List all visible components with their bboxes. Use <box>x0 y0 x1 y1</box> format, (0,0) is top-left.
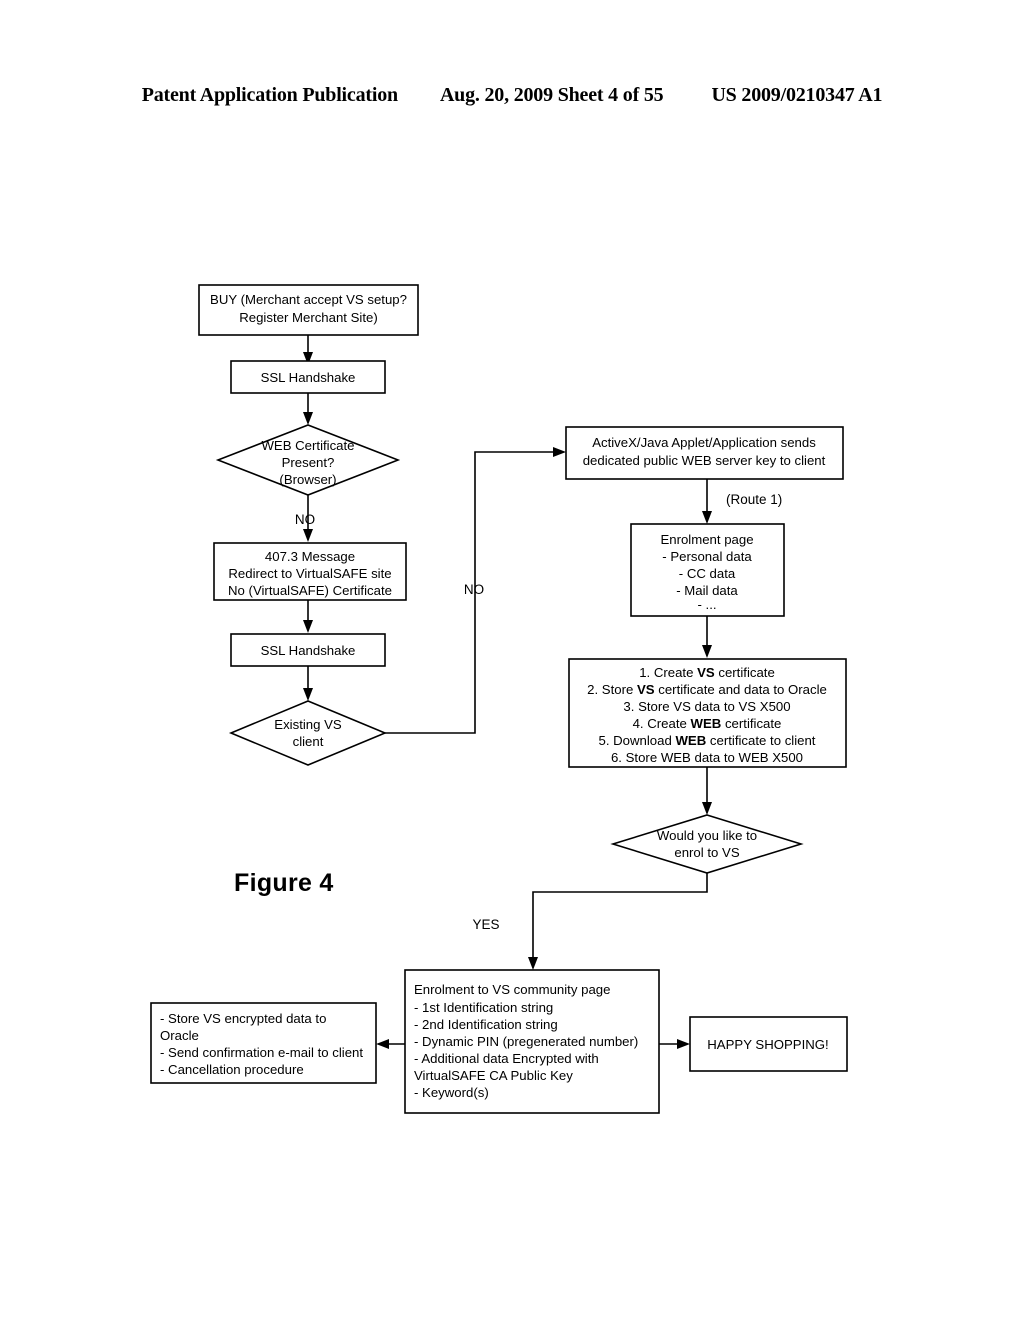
edge-label-enrol-yes: YES <box>472 917 499 932</box>
node-steps-line-1: 2. Store VS certificate and data to Orac… <box>587 682 827 697</box>
node-steps-line-4: 5. Download WEB certificate to client <box>599 733 816 748</box>
node-buy-line-1: Register Merchant Site) <box>239 310 378 325</box>
node-existingvs-line-1: client <box>293 734 324 749</box>
connector-community-to-storevs <box>376 1039 405 1049</box>
node-steps-line-0: 1. Create VS certificate <box>639 665 775 680</box>
node-certificate-steps: 1. Create VS certificate 2. Store VS cer… <box>568 658 847 768</box>
node-enrolpage-line-4: - ... <box>697 597 716 612</box>
node-steps-line-2: 3. Store VS data to VS X500 <box>623 699 790 714</box>
node-web-certificate-decision: WEB Certificate Present? (Browser) <box>215 424 401 496</box>
connector-407-to-ssl2 <box>303 600 313 633</box>
node-activex-line-0: ActiveX/Java Applet/Application sends <box>592 435 816 450</box>
node-enrolpage-line-0: Enrolment page <box>660 532 753 547</box>
node-407-line-2: No (VirtualSAFE) Certificate <box>228 583 392 598</box>
node-407-line-1: Redirect to VirtualSAFE site <box>228 566 391 581</box>
node-buy: BUY (Merchant accept VS setup? Register … <box>198 284 419 336</box>
node-buy-line-0: BUY (Merchant accept VS setup? <box>210 292 407 307</box>
connector-enrolmentpage-to-steps <box>702 616 712 658</box>
node-ssl1-label: SSL Handshake <box>261 370 356 385</box>
connector-community-to-happy <box>659 1039 690 1049</box>
node-storevs-line-1: Oracle <box>160 1028 199 1043</box>
connector-ssl1-to-webcert <box>303 392 313 425</box>
node-enrolment-page: Enrolment page - Personal data - CC data… <box>630 523 785 617</box>
node-webcert-line-0: WEB Certificate <box>261 438 354 453</box>
node-enrolpage-line-1: - Personal data <box>662 549 752 564</box>
node-community-line-2: - 2nd Identification string <box>414 1017 558 1032</box>
node-webcert-line-1: Present? <box>282 455 335 470</box>
node-steps-line-3: 4. Create WEB certificate <box>633 716 782 731</box>
node-enrolq-line-0: Would you like to <box>657 828 757 843</box>
node-407-message: 407.3 Message Redirect to VirtualSAFE si… <box>213 542 407 601</box>
node-ssl2-label: SSL Handshake <box>261 643 356 658</box>
node-existingvs-line-0: Existing VS <box>274 717 342 732</box>
node-steps-line-5: 6. Store WEB data to WEB X500 <box>611 750 803 765</box>
node-happy-label: HAPPY SHOPPING! <box>707 1037 828 1052</box>
flowchart-diagram: NO NO (Route 1) YES BUY (Merchant accept… <box>150 284 848 1114</box>
edge-label-existingvs-no: NO <box>464 582 484 597</box>
connector-ssl2-to-existingvs <box>303 666 313 701</box>
node-storevs-line-0: - Store VS encrypted data to <box>160 1011 326 1026</box>
edge-label-webcert-no: NO <box>295 512 315 527</box>
node-storevs-line-3: - Cancellation procedure <box>160 1062 304 1077</box>
node-community-line-3: - Dynamic PIN (pregenerated number) <box>414 1034 638 1049</box>
node-activex-applet: ActiveX/Java Applet/Application sends de… <box>565 426 844 480</box>
node-ssl-handshake-1: SSL Handshake <box>230 360 386 394</box>
node-enrol-question-decision: Would you like to enrol to VS <box>610 814 804 874</box>
node-enrolq-line-1: enrol to VS <box>674 845 739 860</box>
node-community-line-5: VirtualSAFE CA Public Key <box>414 1068 573 1083</box>
node-community-line-1: - 1st Identification string <box>414 1000 553 1015</box>
node-enrolpage-line-2: - CC data <box>679 566 736 581</box>
node-community-line-0: Enrolment to VS community page <box>414 982 610 997</box>
node-existing-vs-client-decision: Existing VS client <box>228 700 388 766</box>
node-vs-community-page: Enrolment to VS community page - 1st Ide… <box>404 969 660 1114</box>
connector-steps-to-enrolquestion <box>702 767 712 815</box>
node-407-line-0: 407.3 Message <box>265 549 355 564</box>
node-ssl-handshake-2: SSL Handshake <box>230 633 386 667</box>
node-store-vs-data: - Store VS encrypted data to Oracle - Se… <box>150 1002 377 1084</box>
node-activex-line-1: dedicated public WEB server key to clien… <box>583 453 826 468</box>
node-webcert-line-2: (Browser) <box>279 472 336 487</box>
connector-activex-to-enrolmentpage <box>702 479 712 524</box>
node-enrolpage-line-3: - Mail data <box>676 583 738 598</box>
connector-enrolquestion-yes-to-community <box>528 873 708 970</box>
edge-label-route1: (Route 1) <box>726 492 782 507</box>
node-community-line-6: - Keyword(s) <box>414 1085 489 1100</box>
node-community-line-4: - Additional data Encrypted with <box>414 1051 599 1066</box>
node-storevs-line-2: - Send confirmation e-mail to client <box>160 1045 363 1060</box>
patent-figure-page: Patent Application Publication Aug. 20, … <box>0 0 1024 1320</box>
node-happy-shopping: HAPPY SHOPPING! <box>689 1016 848 1072</box>
